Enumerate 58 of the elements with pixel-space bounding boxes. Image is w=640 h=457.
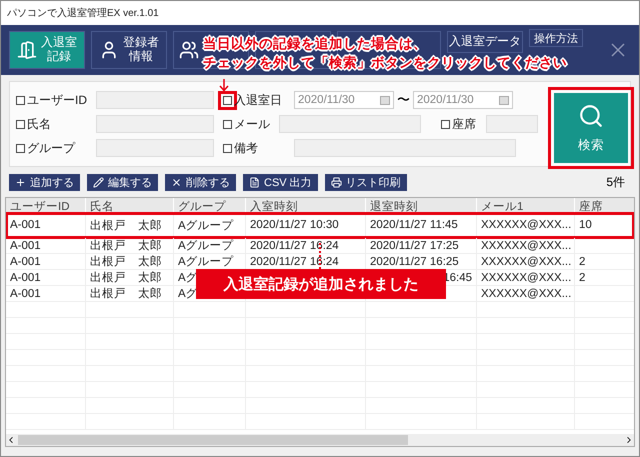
table-cell: XXXXXX@XXX...	[481, 240, 572, 252]
table-cell: XXXXXX@XXX...	[481, 288, 572, 300]
column-header[interactable]: 入室時刻	[246, 198, 366, 212]
field-label: 氏名	[27, 116, 52, 132]
table-cell: 2020/11/27 17:25	[370, 240, 459, 252]
table-cell: 出根戸 太郎	[90, 270, 162, 285]
field-label: メール	[234, 116, 271, 132]
table-cell: 2020/11/27 11:45	[370, 219, 458, 231]
highlighted-row[interactable]: A-001 出根戸 太郎 Aグループ 2020/11/27 10:30 2020/11/27 11:45 XXXXXX@XXX... 10	[6, 213, 634, 238]
toolbar-button[interactable]: リスト印刷	[324, 174, 407, 190]
field-label: 備考	[234, 140, 259, 156]
search-button[interactable]: 検索	[554, 93, 628, 163]
toolbar-button[interactable]: CSV 出力	[243, 174, 318, 190]
date-field[interactable]: 2020/11/30	[294, 91, 394, 109]
record-count: 5件	[606, 174, 625, 190]
table-cell: A-001	[10, 219, 41, 231]
field-label: ユーザーID	[27, 92, 88, 108]
nav-tab[interactable]: 登録者情報	[91, 31, 167, 69]
help-button[interactable]: 操作方法	[529, 29, 583, 47]
column-header[interactable]: ユーザーID	[6, 198, 86, 212]
table-cell: 2020/11/27 16:25	[370, 256, 459, 268]
table-cell: Aグループ	[178, 254, 234, 269]
table-cell: 10	[579, 219, 592, 231]
table-cell: XXXXXX@XXX...	[481, 219, 572, 231]
range-separator: 〜	[397, 91, 410, 109]
toolbar-button[interactable]: 編集する	[87, 174, 158, 190]
table-cell: 出根戸 太郎	[90, 254, 162, 269]
table-cell: A-001	[10, 272, 41, 284]
table-cell: 2	[579, 272, 586, 284]
table-cell: A-001	[10, 240, 41, 252]
column-header[interactable]: 退室時刻	[366, 198, 477, 212]
table-cell: 2	[579, 256, 586, 268]
table-cell-text: 出根戸 太郎	[90, 218, 162, 232]
callout-text: 当日以外の記録を追加した場合は、	[203, 35, 427, 53]
table-cell: A-001	[10, 288, 41, 300]
table-cell: Aグループ	[178, 238, 234, 253]
column-header[interactable]: 座席	[575, 198, 634, 212]
field-label: 座席	[452, 116, 477, 132]
date-field[interactable]: 2020/11/30	[413, 91, 513, 109]
table-cell: XXXXXX@XXX...	[481, 256, 572, 268]
window-title: パソコンで入退室管理EX ver.1.01	[7, 6, 159, 20]
table-cell-text: Aグループ	[178, 218, 234, 232]
table-cell: 2020/11/27 10:30	[250, 219, 339, 231]
callout-text: チェックを外して「検索」ボタンをクリックしてください	[203, 54, 567, 72]
column-header[interactable]: メール1	[477, 198, 575, 212]
notification-banner: 入退室記録が追加されました	[196, 269, 446, 299]
toolbar-button[interactable]: 追加する	[9, 174, 80, 190]
table-cell: 出根戸 太郎	[90, 286, 162, 301]
nav-tab[interactable]: 入退室データ	[447, 31, 523, 53]
table-cell: 出根戸 太郎	[90, 238, 162, 253]
toolbar-button[interactable]: 削除する	[165, 174, 236, 190]
table-cell: A-001	[10, 256, 41, 268]
column-header[interactable]: グループ	[174, 198, 246, 212]
table-cell: 16:45	[443, 272, 472, 284]
nav-tab[interactable]: 入退室記録	[9, 31, 85, 69]
table-cell: XXXXXX@XXX...	[481, 272, 572, 284]
field-label: グループ	[27, 140, 76, 156]
column-header[interactable]: 氏名	[86, 198, 174, 212]
